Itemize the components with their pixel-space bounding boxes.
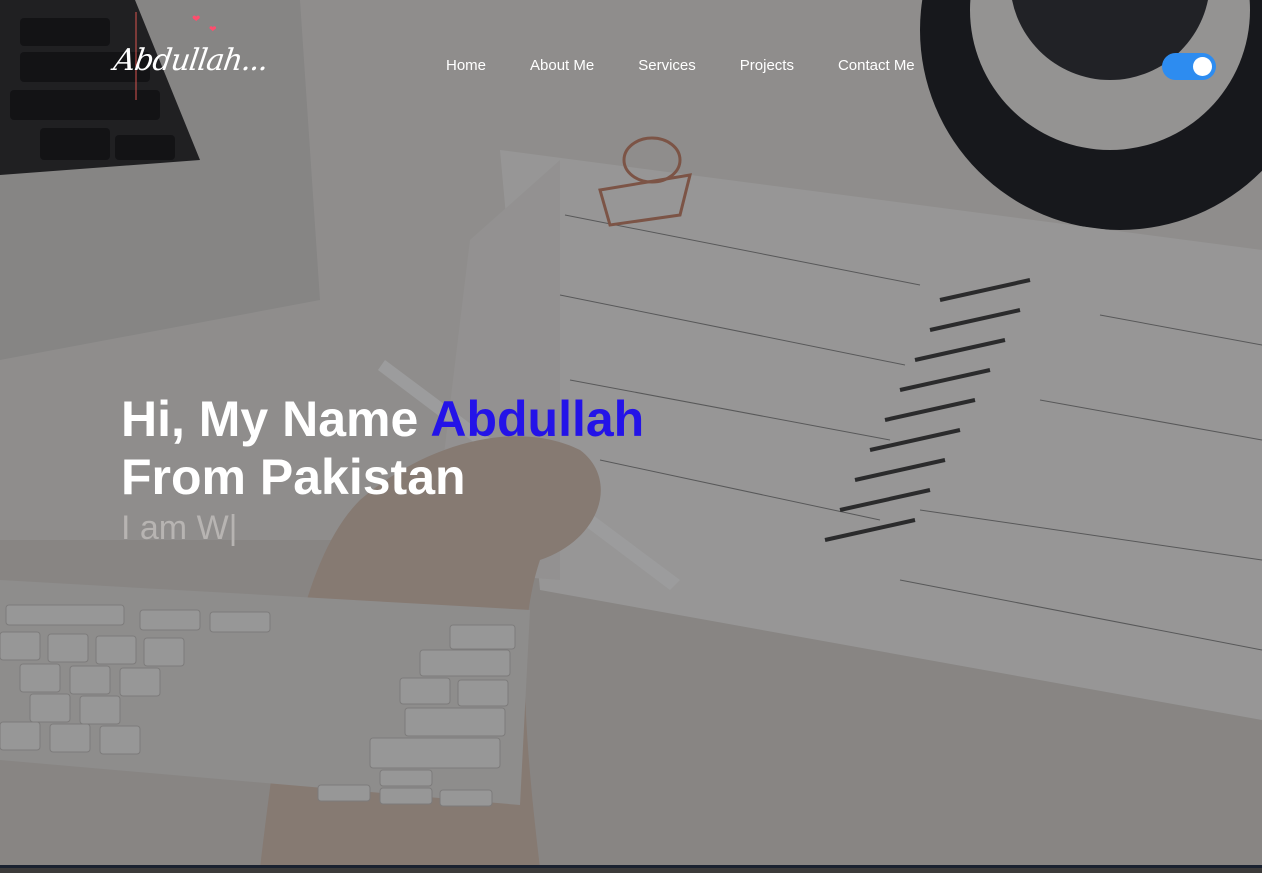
main-nav: Home About Me Services Projects Contact … (424, 56, 937, 78)
logo[interactable]: ❤ ❤ Abdullah... (112, 10, 287, 110)
heart-icon: ❤ (209, 24, 217, 34)
typed-text: I am W| (121, 509, 238, 547)
theme-toggle[interactable] (1162, 53, 1216, 80)
logo-text: Abdullah... (111, 43, 270, 78)
nav-home[interactable]: Home (446, 56, 486, 78)
nav-contact-me[interactable]: Contact Me (838, 56, 915, 78)
hero-name: Abdullah (430, 391, 645, 447)
nav-projects[interactable]: Projects (740, 56, 794, 78)
hero-heading-line-1: Hi, My Name Abdullah (121, 390, 644, 448)
heart-icon: ❤ (192, 14, 201, 25)
hero-heading-line-2: From Pakistan (121, 449, 466, 505)
hero-text: Hi, My Name Abdullah From Pakistan I am … (121, 390, 644, 548)
nav-about-me[interactable]: About Me (530, 56, 594, 78)
hero-greeting: Hi, My Name (121, 391, 431, 447)
nav-services[interactable]: Services (638, 56, 696, 78)
toggle-knob (1193, 57, 1212, 76)
